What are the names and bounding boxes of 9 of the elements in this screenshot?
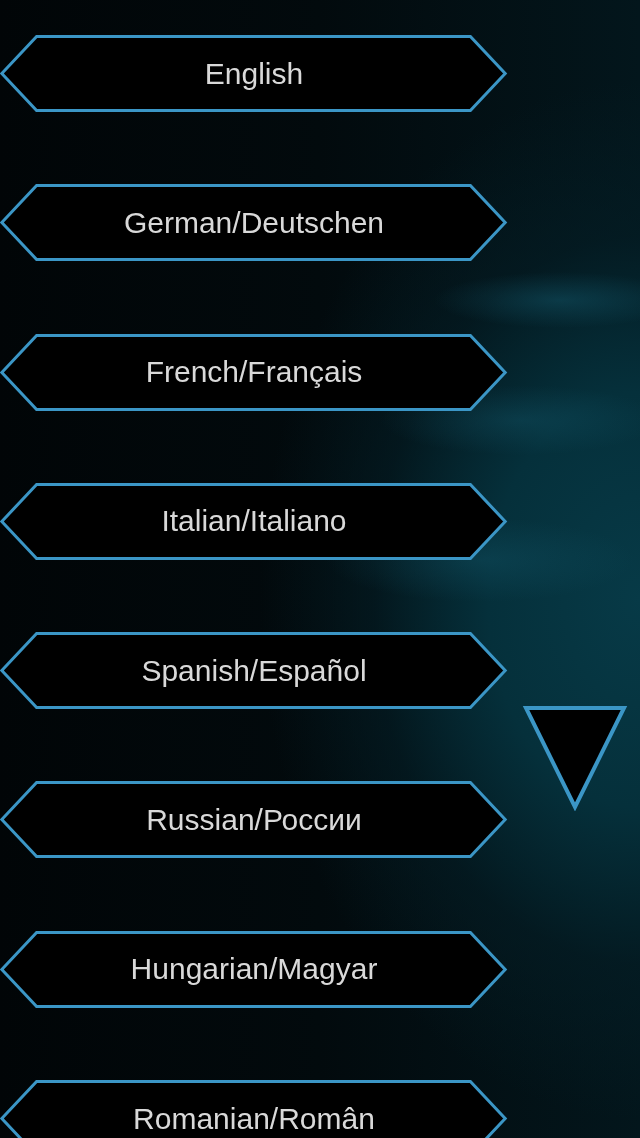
down-triangle-icon[interactable]	[522, 705, 628, 811]
language-button[interactable]: German/Deutschen	[0, 184, 508, 262]
language-button[interactable]: Romanian/Român	[0, 1080, 508, 1138]
language-button[interactable]: English	[0, 35, 508, 112]
language-button[interactable]: French/Français	[0, 333, 508, 411]
language-button[interactable]: Italian/Italiano	[0, 482, 508, 560]
language-button[interactable]: Hungarian/Magyar	[0, 930, 508, 1008]
language-button[interactable]: Spanish/Español	[0, 632, 508, 710]
language-button[interactable]: Russian/России	[0, 781, 508, 859]
